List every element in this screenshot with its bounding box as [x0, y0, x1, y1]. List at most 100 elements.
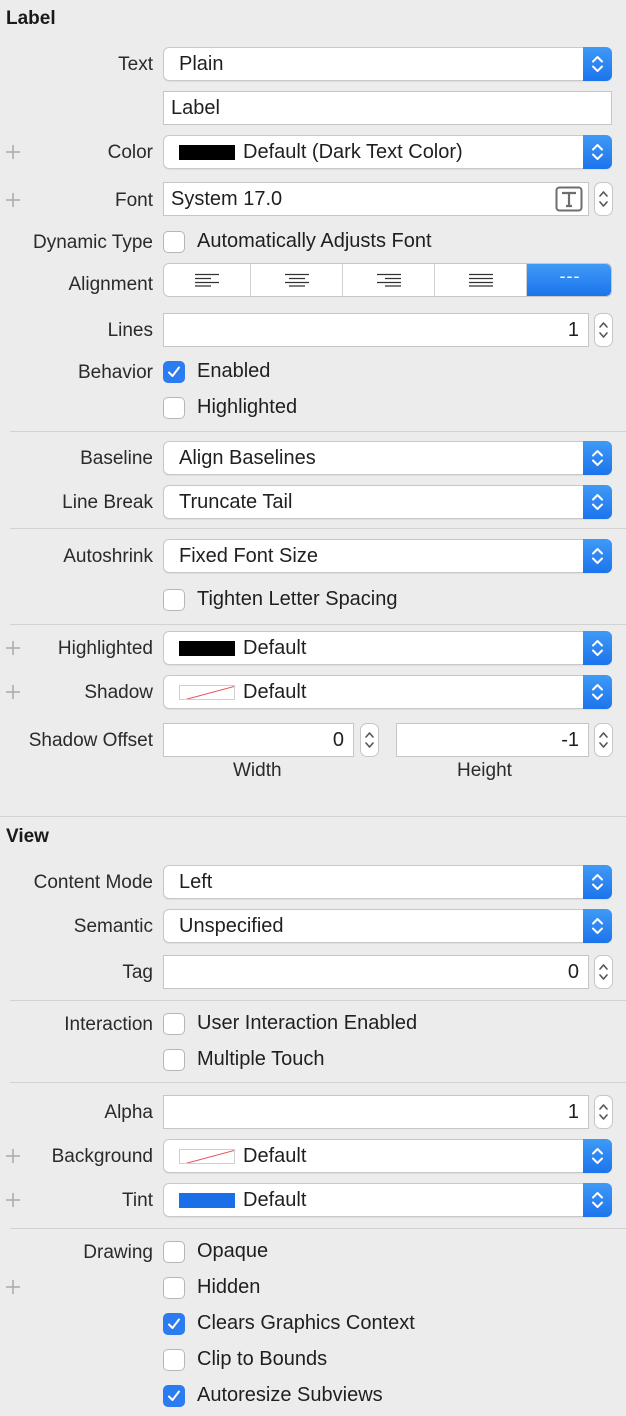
opaque-checkbox[interactable]: [163, 1241, 185, 1263]
separator: [10, 431, 626, 432]
font-t-icon[interactable]: [555, 186, 583, 222]
shadow-popup[interactable]: Default: [163, 675, 612, 709]
no-color-swatch: [179, 1149, 235, 1164]
align-justified-segment[interactable]: [435, 264, 527, 296]
checkmark-icon: [168, 366, 180, 377]
separator: [10, 1082, 626, 1083]
up-down-chevron-icon: [583, 909, 612, 943]
enabled-option: Enabled: [197, 360, 271, 382]
autoshrink-value: Fixed Font Size: [179, 545, 318, 567]
up-down-chevron-icon: [583, 631, 612, 665]
dynamic-type-option: Automatically Adjusts Font: [197, 230, 432, 252]
color-swatch: [179, 145, 235, 160]
alignment-segmented-control[interactable]: ---: [163, 263, 612, 297]
shadow-width-stepper[interactable]: [360, 723, 379, 757]
separator: [10, 528, 626, 529]
text-value-field[interactable]: Label: [163, 91, 612, 125]
text-mode-value: Plain: [179, 53, 224, 75]
color-value: Default (Dark Text Color): [243, 141, 463, 163]
autoresize-checkbox[interactable]: [163, 1385, 185, 1407]
tag-stepper[interactable]: [594, 955, 613, 989]
plus-icon[interactable]: [5, 1277, 21, 1297]
line-break-popup[interactable]: Truncate Tail: [163, 485, 612, 519]
baseline-popup[interactable]: Align Baselines: [163, 441, 612, 475]
align-right-segment[interactable]: [343, 264, 435, 296]
separator: [10, 624, 626, 625]
line-break-label: Line Break: [62, 492, 153, 513]
tighten-option: Tighten Letter Spacing: [197, 588, 398, 610]
alpha-value: 1: [567, 1101, 579, 1123]
align-center-icon: [284, 273, 309, 287]
shadow-label: Shadow: [84, 682, 153, 703]
tag-field[interactable]: 0: [163, 955, 589, 989]
up-down-chevron-icon: [583, 865, 612, 899]
highlighted-option: Highlighted: [197, 396, 298, 418]
align-left-icon: [195, 273, 219, 287]
shadow-width-field[interactable]: 0: [163, 723, 354, 757]
checkmark-icon: [168, 1318, 180, 1329]
up-down-chevron-icon: [583, 675, 612, 709]
alpha-field[interactable]: 1: [163, 1095, 589, 1129]
tint-label: Tint: [122, 1190, 153, 1211]
plus-icon[interactable]: [5, 190, 21, 210]
shadow-height-field[interactable]: -1: [396, 723, 589, 757]
background-value: Default: [243, 1145, 307, 1167]
highlighted-color-popup[interactable]: Default: [163, 631, 612, 665]
alpha-stepper[interactable]: [594, 1095, 613, 1129]
clip-to-bounds-checkbox[interactable]: [163, 1349, 185, 1371]
separator: [10, 1000, 626, 1001]
align-left-segment[interactable]: [164, 264, 251, 296]
align-natural-segment[interactable]: ---: [527, 264, 611, 296]
multiple-touch-option: Multiple Touch: [197, 1048, 325, 1070]
lines-field[interactable]: 1: [163, 313, 589, 347]
font-label: Font: [114, 190, 153, 211]
up-down-chevron-icon: [583, 47, 612, 81]
up-down-chevron-icon: [583, 441, 612, 475]
tint-popup[interactable]: Default: [163, 1183, 612, 1217]
shadow-height-stepper[interactable]: [594, 723, 613, 757]
dynamic-type-checkbox[interactable]: [163, 231, 185, 253]
text-value: Label: [171, 97, 220, 119]
label-section-title: Label: [6, 8, 56, 29]
align-justified-icon: [468, 273, 493, 287]
lines-value: 1: [567, 319, 579, 341]
view-section-title: View: [6, 826, 49, 847]
plus-icon[interactable]: [5, 638, 21, 658]
clears-graphics-checkbox[interactable]: [163, 1313, 185, 1335]
enabled-checkbox[interactable]: [163, 361, 185, 383]
user-interaction-checkbox[interactable]: [163, 1013, 185, 1035]
opaque-option: Opaque: [197, 1240, 269, 1262]
plus-icon[interactable]: [5, 1190, 21, 1210]
lines-label: Lines: [107, 320, 153, 341]
align-center-segment[interactable]: [251, 264, 343, 296]
font-size-stepper[interactable]: [594, 182, 613, 216]
tag-label: Tag: [122, 962, 153, 983]
semantic-popup[interactable]: Unspecified: [163, 909, 612, 943]
text-mode-popup[interactable]: Plain: [163, 47, 612, 81]
baseline-label: Baseline: [80, 448, 153, 469]
autoshrink-label: Autoshrink: [63, 546, 153, 567]
color-popup[interactable]: Default (Dark Text Color): [163, 135, 612, 169]
multiple-touch-checkbox[interactable]: [163, 1049, 185, 1071]
tighten-checkbox[interactable]: [163, 589, 185, 611]
semantic-value: Unspecified: [179, 915, 284, 937]
up-down-chevron-icon: [583, 539, 612, 573]
alpha-label: Alpha: [104, 1102, 153, 1123]
baseline-value: Align Baselines: [179, 447, 316, 469]
plus-icon[interactable]: [5, 682, 21, 702]
content-mode-popup[interactable]: Left: [163, 865, 612, 899]
highlighted-color-value: Default: [243, 637, 307, 659]
highlighted-color-swatch: [179, 641, 235, 656]
lines-stepper[interactable]: [594, 313, 613, 347]
autoresize-option: Autoresize Subviews: [197, 1384, 383, 1406]
hidden-checkbox[interactable]: [163, 1277, 185, 1299]
no-color-swatch: [179, 685, 235, 700]
autoshrink-popup[interactable]: Fixed Font Size: [163, 539, 612, 573]
align-natural-glyph: ---: [559, 266, 581, 286]
font-field[interactable]: System 17.0: [163, 182, 589, 216]
plus-icon[interactable]: [5, 142, 21, 162]
tint-swatch: [179, 1193, 235, 1208]
background-popup[interactable]: Default: [163, 1139, 612, 1173]
plus-icon[interactable]: [5, 1146, 21, 1166]
highlighted-checkbox[interactable]: [163, 397, 185, 419]
